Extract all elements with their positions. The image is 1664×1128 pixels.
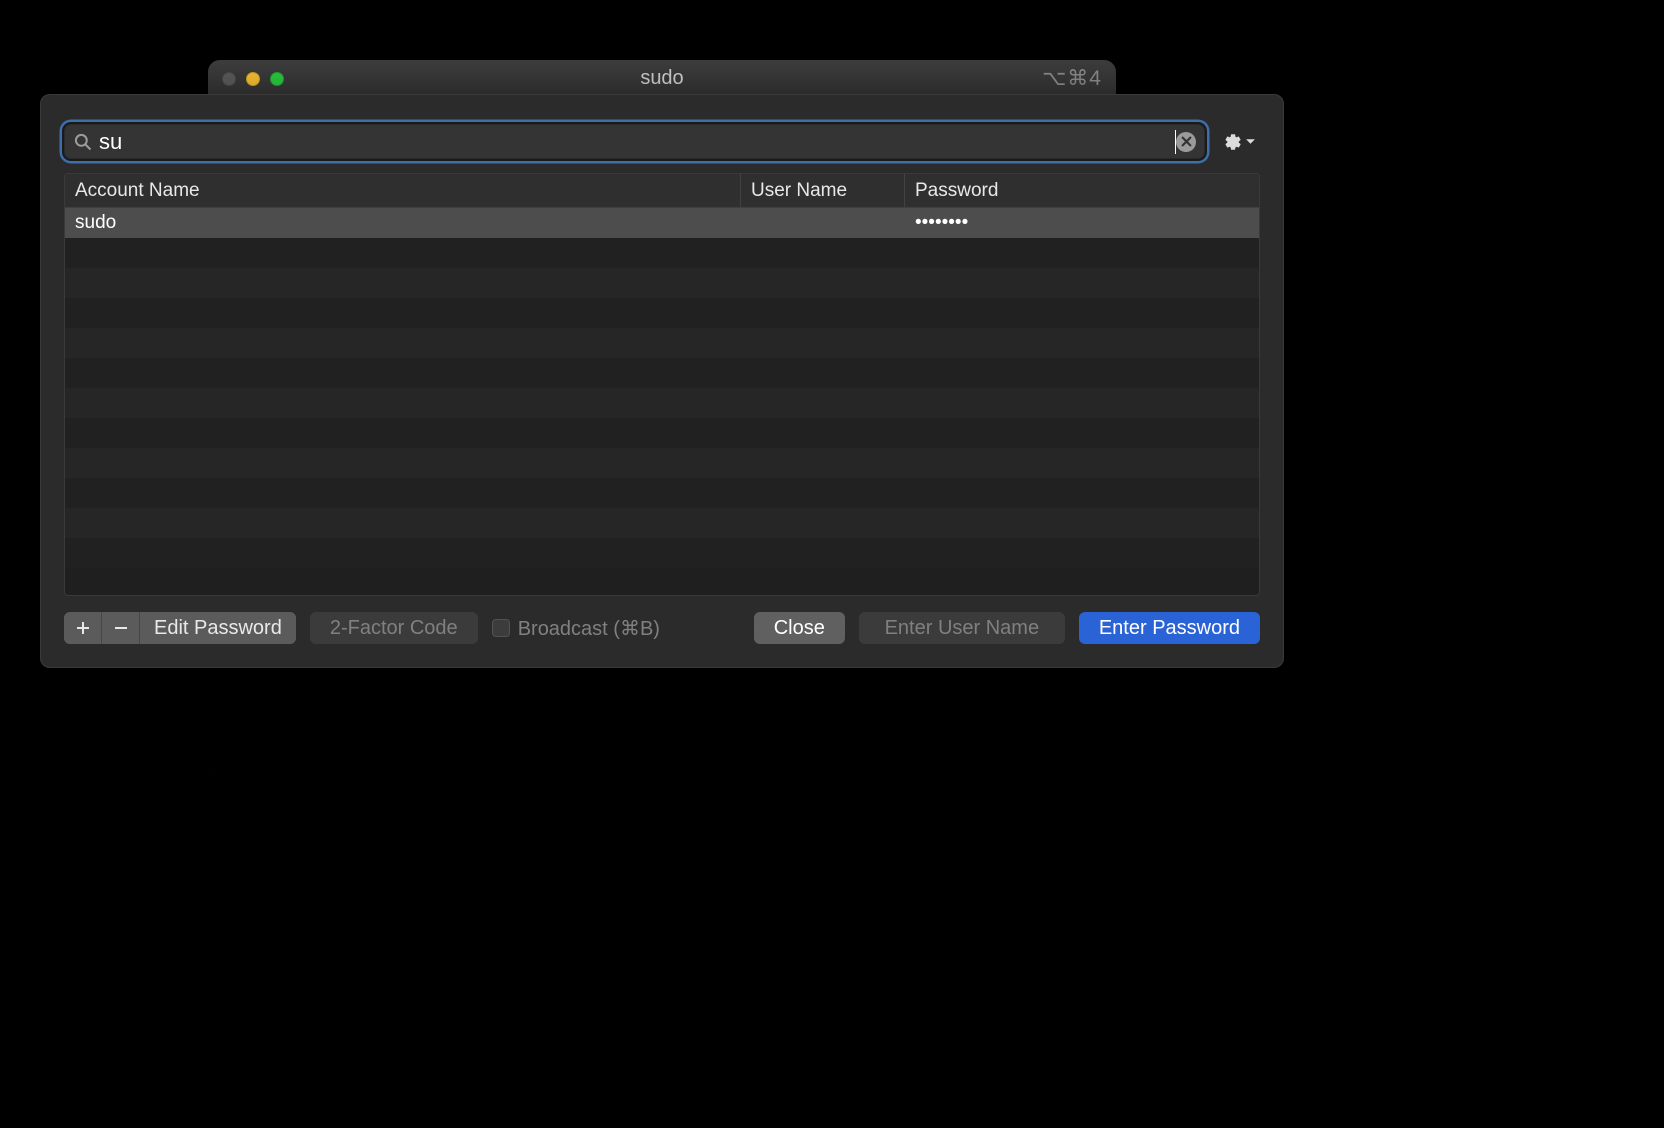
footer-toolbar: Edit Password 2-Factor Code Broadcast (⌘… bbox=[40, 596, 1284, 668]
table-row bbox=[65, 478, 1259, 508]
table-row[interactable]: sudo •••••••• bbox=[65, 208, 1259, 238]
table-row bbox=[65, 538, 1259, 568]
column-header-user[interactable]: User Name bbox=[741, 174, 905, 207]
enter-user-name-button[interactable]: Enter User Name bbox=[859, 612, 1065, 644]
edit-segmented-control: Edit Password bbox=[64, 612, 296, 644]
gear-icon bbox=[1221, 131, 1243, 153]
two-factor-code-button[interactable]: 2-Factor Code bbox=[310, 612, 478, 644]
column-header-account[interactable]: Account Name bbox=[65, 174, 741, 207]
cell-password: •••••••• bbox=[905, 208, 1259, 238]
chevron-down-icon bbox=[1245, 136, 1256, 147]
table-row bbox=[65, 328, 1259, 358]
table-row bbox=[65, 238, 1259, 268]
table-body: sudo •••••••• bbox=[65, 208, 1259, 595]
cell-account: sudo bbox=[65, 208, 741, 238]
clear-search-button[interactable] bbox=[1176, 132, 1196, 152]
broadcast-label: Broadcast (⌘B) bbox=[518, 616, 660, 641]
edit-password-button[interactable]: Edit Password bbox=[140, 612, 296, 644]
accounts-table: Account Name User Name Password sudo ••••… bbox=[64, 173, 1260, 596]
table-header: Account Name User Name Password bbox=[65, 174, 1259, 208]
window-minimize-button[interactable] bbox=[246, 72, 260, 86]
column-header-password[interactable]: Password bbox=[905, 174, 1259, 207]
enter-password-button[interactable]: Enter Password bbox=[1079, 612, 1260, 644]
table-row bbox=[65, 388, 1259, 418]
broadcast-checkbox-group[interactable]: Broadcast (⌘B) bbox=[492, 616, 660, 641]
table-row bbox=[65, 508, 1259, 538]
cell-user bbox=[741, 219, 905, 227]
table-row bbox=[65, 268, 1259, 298]
settings-menu-button[interactable] bbox=[1217, 127, 1260, 157]
window-shortcut-hint: ⌥⌘4 bbox=[1042, 66, 1102, 91]
window-title: sudo bbox=[208, 67, 1116, 90]
table-row bbox=[65, 298, 1259, 328]
plus-icon bbox=[75, 620, 91, 636]
minus-icon bbox=[113, 620, 129, 636]
broadcast-checkbox[interactable] bbox=[492, 619, 510, 637]
window-zoom-button[interactable] bbox=[270, 72, 284, 86]
add-account-button[interactable] bbox=[64, 612, 102, 644]
search-input[interactable] bbox=[93, 127, 1178, 157]
password-manager-sheet: Account Name User Name Password sudo ••••… bbox=[40, 94, 1284, 668]
remove-account-button[interactable] bbox=[102, 612, 140, 644]
search-row bbox=[40, 94, 1284, 173]
table-row bbox=[65, 418, 1259, 448]
close-icon bbox=[1181, 136, 1192, 147]
traffic-lights bbox=[222, 72, 284, 86]
table-row bbox=[65, 358, 1259, 388]
search-icon bbox=[73, 132, 93, 152]
window-close-button[interactable] bbox=[222, 72, 236, 86]
titlebar: sudo ⌥⌘4 bbox=[208, 60, 1116, 98]
search-field[interactable] bbox=[64, 124, 1205, 159]
table-row bbox=[65, 448, 1259, 478]
close-button[interactable]: Close bbox=[754, 612, 845, 644]
